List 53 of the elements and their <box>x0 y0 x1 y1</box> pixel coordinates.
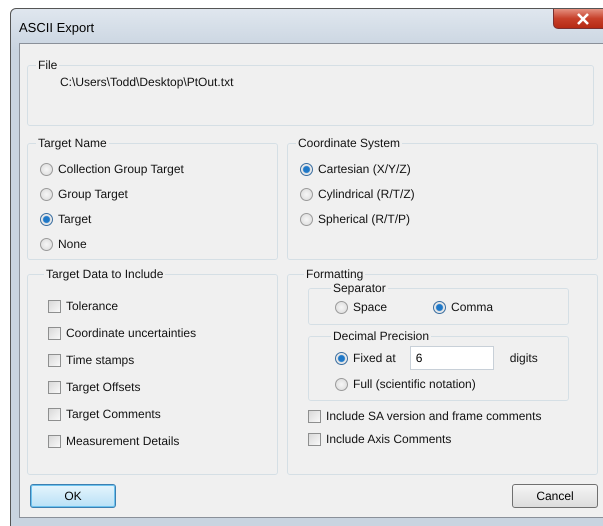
radio-option[interactable]: Target <box>40 210 277 228</box>
checkbox-option[interactable]: Tolerance <box>48 297 277 315</box>
radio-option[interactable]: Collection Group Target <box>40 160 277 178</box>
group-title: Target Data to Include <box>45 267 164 281</box>
radio-option[interactable]: Spherical (R/T/P) <box>300 210 597 228</box>
ok-button[interactable]: OK <box>30 484 116 508</box>
unit-label: digits <box>510 351 538 365</box>
radio-button[interactable] <box>335 352 348 364</box>
radio-option[interactable]: None <box>40 235 277 253</box>
checkbox[interactable] <box>48 380 61 394</box>
radio-option[interactable]: Cylindrical (R/T/Z) <box>300 185 597 203</box>
checkbox-option[interactable]: Include Axis Comments <box>308 430 597 448</box>
checkbox-option[interactable]: Include SA version and frame comments <box>308 407 597 425</box>
radio-option[interactable]: Cartesian (X/Y/Z) <box>300 160 597 178</box>
radio-button[interactable] <box>300 212 313 226</box>
checkbox[interactable] <box>48 434 61 448</box>
checkbox[interactable] <box>48 408 61 420</box>
checkbox[interactable] <box>48 354 61 366</box>
radio-button[interactable] <box>40 162 53 176</box>
window-title: ASCII Export <box>19 20 94 35</box>
close-button[interactable] <box>553 9 603 29</box>
checkbox-option[interactable]: Target Offsets <box>48 378 277 396</box>
radio-option[interactable]: Full (scientific notation) <box>335 375 476 393</box>
radio-button[interactable] <box>40 238 53 250</box>
checkbox-option[interactable]: Target Comments <box>48 405 277 423</box>
group-title: Decimal Precision <box>332 329 430 343</box>
checkbox[interactable] <box>308 410 321 422</box>
radio-option[interactable]: Fixed at <box>335 349 396 367</box>
group-title: Separator <box>332 281 387 295</box>
group-title: File <box>37 58 58 72</box>
checkbox-option[interactable]: Measurement Details <box>48 432 277 450</box>
radio-option[interactable]: Group Target <box>40 185 277 203</box>
radio-option[interactable]: Comma <box>433 298 494 316</box>
checkbox[interactable] <box>48 326 61 340</box>
radio-button[interactable] <box>40 188 53 200</box>
radio-button[interactable] <box>40 212 53 226</box>
group-title: Formatting <box>305 267 364 281</box>
checkbox[interactable] <box>308 432 321 446</box>
radio-button[interactable] <box>335 300 348 314</box>
group-title: Coordinate System <box>297 136 402 150</box>
file-path: C:\Users\Todd\Desktop\PtOut.txt <box>60 75 234 89</box>
radio-button[interactable] <box>335 378 348 390</box>
close-icon <box>576 12 590 24</box>
checkbox-option[interactable]: Time stamps <box>48 351 277 369</box>
cancel-button[interactable]: Cancel <box>512 484 598 508</box>
group-title: Target Name <box>37 136 108 150</box>
checkbox-option[interactable]: Coordinate uncertainties <box>48 324 277 342</box>
radio-option[interactable]: Space <box>335 298 388 316</box>
digits-field[interactable]: 6 <box>410 346 494 370</box>
radio-button[interactable] <box>300 188 313 200</box>
radio-button[interactable] <box>433 300 446 314</box>
radio-button[interactable] <box>300 162 313 176</box>
checkbox[interactable] <box>48 300 61 312</box>
